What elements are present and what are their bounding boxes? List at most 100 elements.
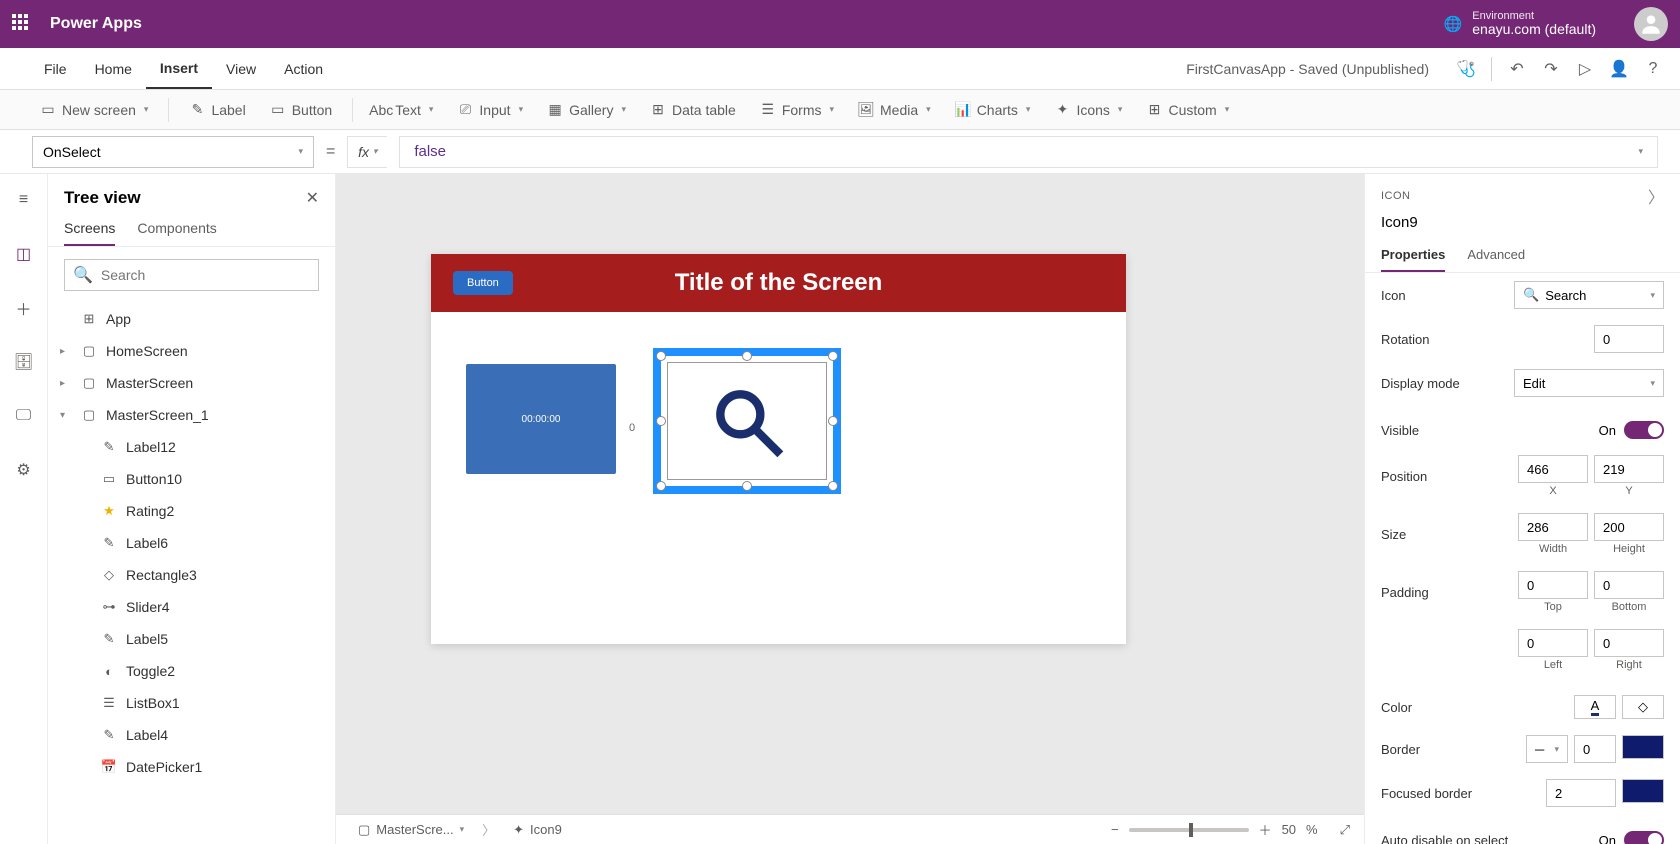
data-icon[interactable]: 🗄 — [12, 350, 36, 374]
ribbon-forms-label: Forms — [782, 102, 822, 118]
tree-search-input[interactable] — [101, 267, 310, 283]
prop-color-font[interactable]: A — [1574, 695, 1616, 719]
prop-pos-y-input[interactable] — [1594, 455, 1664, 483]
prop-pad-right-input[interactable] — [1594, 629, 1664, 657]
ribbon-media-label: Media — [880, 102, 918, 118]
media-panel-icon[interactable]: 🖵 — [12, 404, 36, 428]
text-icon: Abc — [373, 102, 389, 118]
tree-tab-components[interactable]: Components — [137, 220, 216, 246]
prop-tab-advanced[interactable]: Advanced — [1467, 239, 1525, 272]
environment-selector[interactable]: 🌐 Environment enayu.com (default) — [1444, 10, 1596, 37]
ribbon-button[interactable]: ▭Button — [260, 94, 342, 126]
prop-rotation-input[interactable] — [1594, 325, 1664, 353]
ribbon-custom[interactable]: ⊞Custom▾ — [1136, 94, 1239, 126]
prop-display-mode-select[interactable]: Edit ▾ — [1514, 369, 1664, 397]
prop-tab-properties[interactable]: Properties — [1381, 239, 1445, 272]
tree-node-icon: ✎ — [100, 535, 118, 551]
ribbon-data-table[interactable]: ⊞Data table — [640, 94, 746, 126]
ribbon-icons[interactable]: ✦Icons▾ — [1044, 94, 1132, 126]
prop-focused-border-color[interactable] — [1622, 779, 1664, 803]
ribbon-forms[interactable]: ☰Forms▾ — [750, 94, 844, 126]
canvas-selected-icon[interactable] — [653, 348, 841, 494]
breadcrumb-screen[interactable]: ▢ MasterScre... ▾ — [350, 818, 472, 842]
ribbon-charts[interactable]: 📊Charts▾ — [945, 94, 1041, 126]
tree-item-rating2[interactable]: ★Rating2 — [48, 495, 335, 527]
fx-button[interactable]: fx▾ — [347, 136, 387, 168]
canvas-header-bar[interactable]: Button Title of the Screen — [431, 254, 1126, 312]
canvas-screen[interactable]: Button Title of the Screen 00:00:00 0 — [431, 254, 1126, 644]
menu-insert[interactable]: Insert — [146, 48, 212, 89]
tree-tab-screens[interactable]: Screens — [64, 220, 115, 246]
tree-item-rectangle3[interactable]: ◇Rectangle3 — [48, 559, 335, 591]
insert-icon[interactable]: ＋ — [12, 296, 36, 320]
menu-home[interactable]: Home — [81, 48, 146, 89]
app-launcher-icon[interactable] — [12, 14, 32, 34]
menu-file[interactable]: File — [30, 48, 81, 89]
fit-screen-icon[interactable]: ⤢ — [1340, 822, 1350, 838]
ribbon-input[interactable]: ⎚Input▾ — [447, 94, 533, 126]
tree-item-label6[interactable]: ✎Label6 — [48, 527, 335, 559]
tree-item-datepicker1[interactable]: 📅DatePicker1 — [48, 751, 335, 783]
tree-item-label12[interactable]: ✎Label12 — [48, 431, 335, 463]
ribbon-gallery[interactable]: ▦Gallery▾ — [537, 94, 636, 126]
prop-visible-toggle[interactable] — [1624, 421, 1664, 439]
property-selector[interactable]: OnSelect ▾ — [32, 136, 314, 168]
tree-item-label5[interactable]: ✎Label5 — [48, 623, 335, 655]
prop-expand-icon[interactable]: 〉 — [1648, 184, 1664, 208]
help-icon[interactable]: ? — [1636, 52, 1670, 86]
prop-focused-border-input[interactable] — [1546, 779, 1616, 807]
tree-item-label4[interactable]: ✎Label4 — [48, 719, 335, 751]
tree-search[interactable]: 🔍 — [64, 259, 319, 291]
ribbon-new-screen[interactable]: ▭New screen▾ — [30, 94, 158, 126]
tree-item-homescreen[interactable]: ▸▢HomeScreen — [48, 335, 335, 367]
tree-item-label: MasterScreen_1 — [106, 407, 209, 423]
zoom-slider[interactable] — [1129, 828, 1249, 832]
tree-item-button10[interactable]: ▭Button10 — [48, 463, 335, 495]
prop-height-input[interactable] — [1594, 513, 1664, 541]
menu-view[interactable]: View — [212, 48, 270, 89]
prop-pos-x-input[interactable] — [1518, 455, 1588, 483]
redo-icon[interactable]: ↷ — [1534, 52, 1568, 86]
tree-item-masterscreen_1[interactable]: ▾▢MasterScreen_1 — [48, 399, 335, 431]
tree-view-icon[interactable]: ◫ — [12, 242, 36, 266]
hamburger-icon[interactable]: ≡ — [12, 188, 36, 212]
app-checker-icon[interactable]: 🩺 — [1449, 52, 1483, 86]
zoom-out-button[interactable]: − — [1111, 822, 1119, 837]
prop-border-color[interactable] — [1622, 735, 1664, 759]
prop-pad-left-input[interactable] — [1518, 629, 1588, 657]
canvas-timer[interactable]: 00:00:00 — [466, 364, 616, 474]
user-avatar[interactable] — [1634, 7, 1668, 41]
ribbon-button-label: Button — [292, 102, 332, 118]
tree-node-icon: ★ — [100, 503, 118, 519]
formula-input[interactable]: false ▾ — [399, 136, 1658, 168]
tree-item-slider4[interactable]: ⊶Slider4 — [48, 591, 335, 623]
play-icon[interactable]: ▷ — [1568, 52, 1602, 86]
share-icon[interactable]: 👤 — [1602, 52, 1636, 86]
zoom-in-button[interactable]: ＋ — [1259, 820, 1272, 839]
settings-icon[interactable]: ⚙ — [12, 458, 36, 482]
tree-item-toggle2[interactable]: ◐Toggle2 — [48, 655, 335, 687]
tree-item-label: MasterScreen — [106, 375, 193, 391]
prop-pad-bottom-input[interactable] — [1594, 571, 1664, 599]
tree-item-label: Label12 — [126, 439, 176, 455]
canvas-title[interactable]: Title of the Screen — [675, 269, 883, 297]
prop-pad-top-input[interactable] — [1518, 571, 1588, 599]
prop-auto-disable-label: Auto disable on select — [1381, 833, 1508, 844]
tree-app-node[interactable]: ⊞ App — [48, 303, 335, 335]
undo-icon[interactable]: ↶ — [1500, 52, 1534, 86]
prop-border-width-input[interactable] — [1574, 735, 1616, 763]
canvas-button[interactable]: Button — [453, 271, 513, 295]
prop-width-input[interactable] — [1518, 513, 1588, 541]
close-tree-icon[interactable]: ✕ — [306, 188, 319, 208]
tree-item-listbox1[interactable]: ☰ListBox1 — [48, 687, 335, 719]
prop-color-fill[interactable]: ◇ — [1622, 695, 1664, 719]
prop-auto-disable-toggle[interactable] — [1624, 831, 1664, 844]
ribbon-text[interactable]: AbcText▾ — [363, 94, 443, 126]
tree-item-masterscreen[interactable]: ▸▢MasterScreen — [48, 367, 335, 399]
prop-border-style[interactable]: ─▾ — [1526, 735, 1568, 763]
ribbon-label[interactable]: ✎Label — [179, 94, 255, 126]
breadcrumb-control[interactable]: ✦ Icon9 — [505, 818, 570, 842]
prop-icon-select[interactable]: 🔍Search ▾ — [1514, 281, 1664, 309]
menu-action[interactable]: Action — [270, 48, 337, 89]
ribbon-media[interactable]: 🖼Media▾ — [848, 94, 941, 126]
